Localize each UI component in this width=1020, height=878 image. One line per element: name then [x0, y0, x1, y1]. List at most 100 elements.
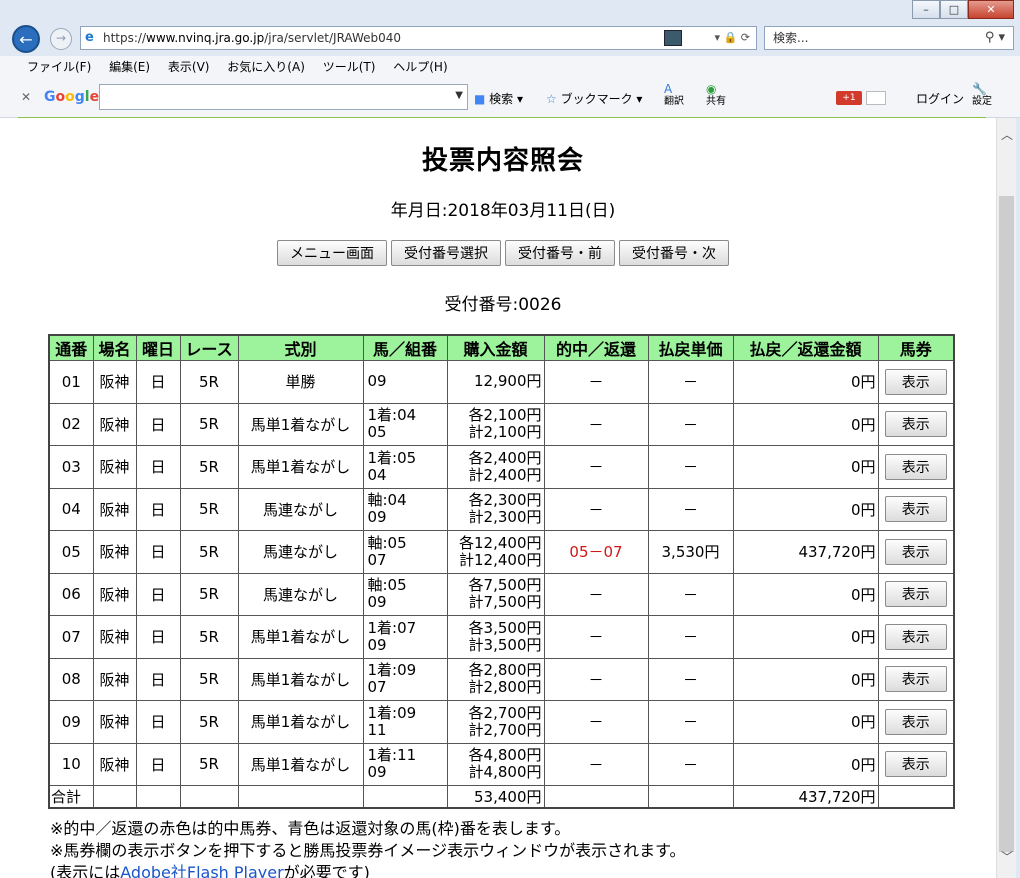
- show-ticket-button[interactable]: 表示: [884, 581, 947, 608]
- search-icon[interactable]: ⚲ ▾: [985, 27, 1005, 49]
- scroll-down-icon[interactable]: ﹀: [997, 848, 1017, 866]
- cell-hit: －: [543, 657, 649, 701]
- cell-type: 馬単1着ながし: [237, 445, 364, 489]
- cell-day: 日: [135, 360, 181, 404]
- nav-button-row: メニュー画面 受付番号選択 受付番号・前 受付番号・次: [0, 240, 996, 266]
- cell-ticket: 表示: [877, 615, 955, 659]
- race-date: 年月日:2018年03月11日(日): [390, 201, 616, 221]
- address-row: ← → e https://www.nvinq.jra.go.jp/jra/se…: [0, 22, 1020, 56]
- amount-line: 計2,300円: [468, 508, 542, 527]
- cell-payout: 0円: [732, 657, 879, 701]
- cell-combo: 1着:09 07: [362, 657, 448, 701]
- show-ticket-button[interactable]: 表示: [884, 623, 947, 650]
- cell-no: 01: [48, 360, 94, 404]
- back-button[interactable]: ←: [12, 25, 40, 53]
- search-placeholder: 検索...: [773, 31, 809, 45]
- cell-amount: 各2,800円 計2,800円: [446, 657, 545, 701]
- cell-combo: 1着:07 09: [362, 615, 448, 659]
- combo-line: 1着:11: [367, 746, 417, 765]
- total-empty: [237, 785, 364, 809]
- table-row: 09 阪神日 5R 馬単1着ながし 1着:09 11 各2,700円 計2,700円－－ 0円表…: [48, 700, 955, 744]
- close-toolbar-icon[interactable]: ✕: [21, 90, 31, 104]
- cell-place: 阪神: [92, 402, 137, 446]
- show-ticket-button[interactable]: 表示: [884, 666, 947, 693]
- total-label: 合計: [48, 785, 94, 809]
- share-icon: ◉: [706, 82, 717, 96]
- cell-hit: －: [543, 700, 649, 744]
- combo-line: 1着:09: [367, 661, 417, 680]
- combo-line: 1着:04: [367, 406, 417, 425]
- translate-button[interactable]: A 翻訳: [664, 82, 684, 107]
- translate-icon: A: [664, 82, 673, 96]
- select-receipt-button[interactable]: 受付番号選択: [391, 240, 501, 266]
- search-box[interactable]: 検索... ⚲ ▾: [764, 26, 1014, 50]
- table-row: 03 阪神日 5R 馬単1着ながし 1着:05 04 各2,400円 計2,400円－－ 0円表…: [48, 445, 955, 489]
- cell-type: 馬単1着ながし: [237, 402, 364, 446]
- show-ticket-button[interactable]: 表示: [884, 751, 947, 778]
- forward-button[interactable]: →: [50, 28, 72, 50]
- cell-type: 馬連ながし: [237, 487, 364, 531]
- chevron-down-icon[interactable]: ▼: [455, 90, 463, 101]
- lock-icon[interactable]: 🔒: [724, 31, 738, 44]
- minimize-button[interactable]: –: [912, 0, 940, 19]
- menu-file[interactable]: ファイル(F): [20, 56, 98, 78]
- amount-line: 各2,100円: [468, 406, 542, 425]
- prev-receipt-button[interactable]: 受付番号・前: [505, 240, 615, 266]
- scroll-up-icon[interactable]: ︿: [997, 126, 1017, 144]
- maximize-button[interactable]: □: [940, 0, 968, 19]
- cell-amount: 12,900円: [446, 360, 545, 404]
- settings-button[interactable]: 🔧 設定: [972, 82, 992, 107]
- dropdown-icon[interactable]: ▾: [715, 31, 721, 44]
- combo-line: 軸:05: [367, 533, 407, 552]
- login-link[interactable]: ログイン: [916, 90, 964, 107]
- url-host: www.nvinq.jra.go.jp: [146, 31, 265, 45]
- google-search-button[interactable]: ■ 検索 ▾: [474, 90, 523, 107]
- show-ticket-button[interactable]: 表示: [884, 708, 947, 735]
- cell-no: 04: [48, 487, 94, 531]
- cell-unit: －: [647, 445, 734, 489]
- cell-race: 5R: [179, 615, 239, 659]
- cell-day: 日: [135, 657, 181, 701]
- cell-unit: －: [647, 657, 734, 701]
- total-empty: [647, 785, 734, 809]
- cell-day: 日: [135, 445, 181, 489]
- cell-day: 日: [135, 402, 181, 446]
- gplus-button[interactable]: +1: [836, 91, 862, 105]
- show-ticket-button[interactable]: 表示: [884, 368, 947, 395]
- menu-favorites[interactable]: お気に入り(A): [220, 56, 312, 78]
- menu-tools[interactable]: ツール(T): [316, 56, 383, 78]
- scroll-thumb[interactable]: [999, 196, 1014, 852]
- col-header-combo: 馬／組番: [362, 334, 448, 361]
- menu-edit[interactable]: 編集(E): [102, 56, 157, 78]
- close-button[interactable]: ✕: [968, 0, 1014, 19]
- google-search-input[interactable]: ▼: [99, 84, 468, 110]
- show-ticket-button[interactable]: 表示: [884, 411, 947, 438]
- show-ticket-button[interactable]: 表示: [884, 453, 947, 480]
- total-empty: [135, 785, 181, 809]
- combo-line: 05: [367, 423, 387, 442]
- vertical-scrollbar[interactable]: ︿ ﹀: [996, 118, 1016, 878]
- cell-amount: 各3,500円 計3,500円: [446, 615, 545, 659]
- refresh-icon[interactable]: ⟳: [741, 31, 750, 44]
- cell-ticket: 表示: [877, 700, 955, 744]
- next-receipt-button[interactable]: 受付番号・次: [619, 240, 729, 266]
- address-bar[interactable]: e https://www.nvinq.jra.go.jp/jra/servle…: [80, 26, 757, 50]
- cell-payout: 0円: [732, 402, 879, 446]
- table-row: 07 阪神日 5R 馬単1着ながし 1着:07 09 各3,500円 計3,500円－－ 0円表…: [48, 615, 955, 659]
- amount-line: 各7,500円: [468, 576, 542, 595]
- receipt-number: 受付番号:0026: [444, 295, 562, 315]
- cell-place: 阪神: [92, 615, 137, 659]
- bet-table: 通番 場名 曜日 レース 式別 馬／組番 購入金額 的中／返還 払戻単価 払戻／…: [48, 334, 955, 809]
- cell-race: 5R: [179, 742, 239, 786]
- show-ticket-button[interactable]: 表示: [884, 538, 947, 565]
- menu-help[interactable]: ヘルプ(H): [386, 56, 454, 78]
- address-tools[interactable]: ▾ 🔒 ⟳: [715, 27, 750, 49]
- bookmark-button[interactable]: ☆ ブックマーク ▾: [546, 90, 642, 107]
- menu-view[interactable]: 表示(V): [161, 56, 217, 78]
- url-path: /jra/servlet/JRAWeb040: [264, 31, 402, 45]
- show-ticket-button[interactable]: 表示: [884, 496, 947, 523]
- menu-screen-button[interactable]: メニュー画面: [277, 240, 387, 266]
- flash-player-link[interactable]: Adobe社Flash Player: [120, 863, 283, 878]
- share-button[interactable]: ◉ 共有: [706, 82, 726, 107]
- notes: ※的中／返還の赤色は的中馬券、青色は返還対象の馬(枠)番を表します。 ※馬券欄の…: [50, 818, 686, 878]
